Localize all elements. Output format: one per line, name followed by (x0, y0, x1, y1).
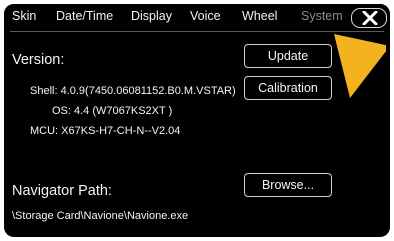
close-x-icon (362, 11, 378, 25)
update-button[interactable]: Update (244, 44, 332, 68)
navigator-path-value: \Storage Card\Navione\Navione.exe (12, 210, 189, 222)
settings-screen: Skin Date/Time Display Voice Wheel Syste… (4, 4, 390, 237)
mcu-version: MCU: X67KS-H7-CH-N--V2.04 (30, 125, 181, 137)
version-heading: Version: (12, 52, 65, 68)
os-version: OS: 4.4 (W7067KS2XT ) (52, 105, 173, 117)
tab-skin[interactable]: Skin (12, 9, 36, 23)
browse-button[interactable]: Browse... (244, 173, 332, 197)
tab-wheel[interactable]: Wheel (242, 9, 277, 23)
pointer-arrow-icon (334, 34, 386, 98)
tab-date-time[interactable]: Date/Time (56, 9, 113, 23)
calibration-button[interactable]: Calibration (244, 76, 332, 100)
shell-version: Shell: 4.0.9(7450.06081152.B0.M.VSTAR) (30, 85, 236, 97)
tab-system[interactable]: System (301, 9, 343, 23)
tab-display[interactable]: Display (131, 9, 172, 23)
navigator-path-heading: Navigator Path: (12, 183, 112, 199)
tab-voice[interactable]: Voice (190, 9, 221, 23)
